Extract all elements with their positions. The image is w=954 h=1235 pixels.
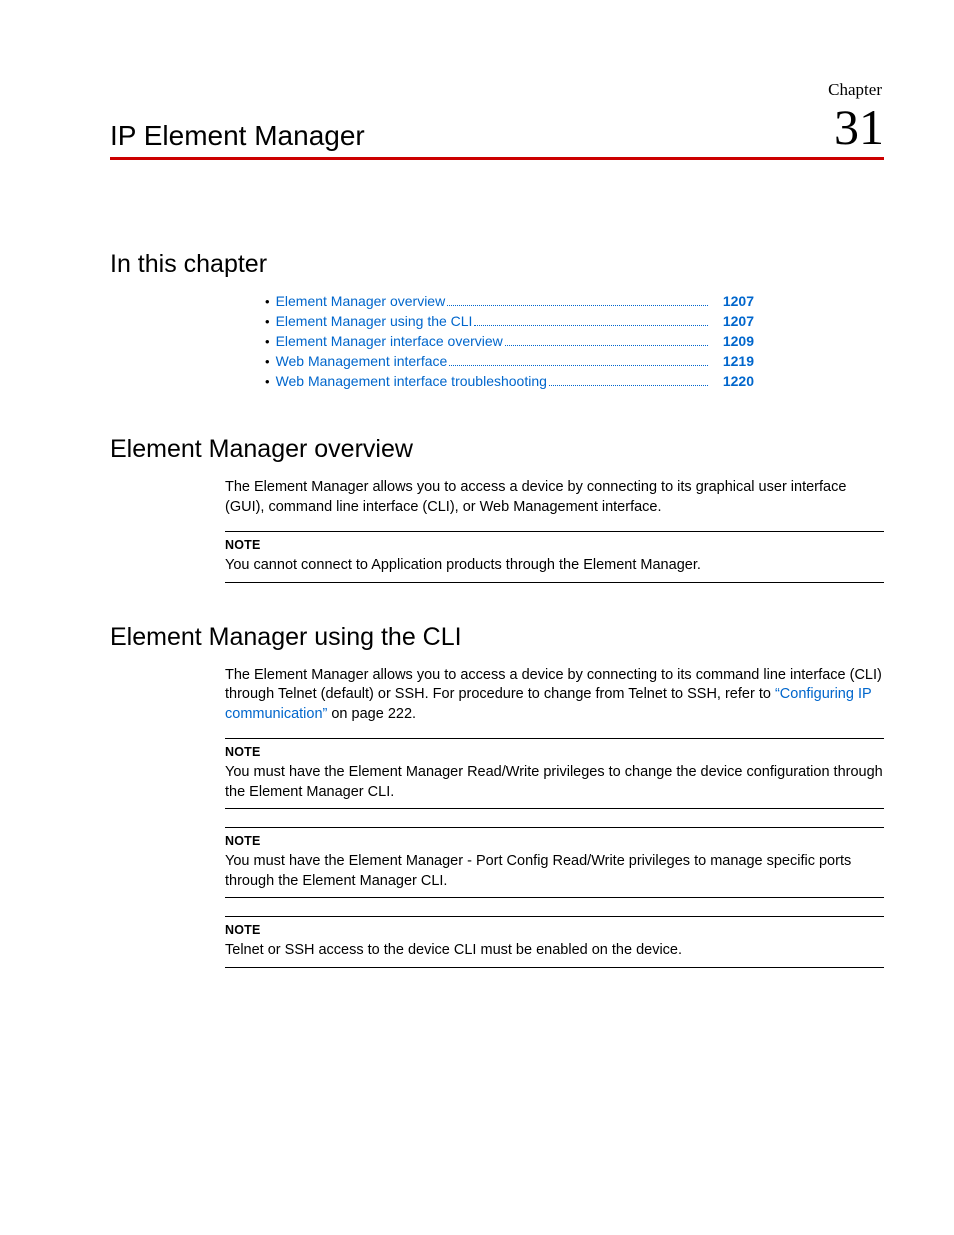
bullet-icon: • [265, 334, 270, 349]
note-label: NOTE [225, 537, 884, 554]
cli-body: The Element Manager allows you to access… [110, 666, 884, 968]
note-text: Telnet or SSH access to the device CLI m… [225, 941, 884, 961]
chapter-number: 31 [834, 102, 884, 152]
toc-item: • Web Management interface troubleshooti… [265, 373, 754, 389]
toc-page[interactable]: 1219 [712, 353, 754, 369]
toc: • Element Manager overview 1207 • Elemen… [110, 293, 884, 389]
note-box: NOTE You cannot connect to Application p… [225, 531, 884, 582]
toc-page[interactable]: 1220 [712, 373, 754, 389]
bullet-icon: • [265, 294, 270, 309]
toc-page[interactable]: 1207 [712, 293, 754, 309]
toc-leader [447, 305, 708, 306]
note-text: You cannot connect to Application produc… [225, 556, 884, 576]
toc-page[interactable]: 1207 [712, 313, 754, 329]
toc-link[interactable]: Web Management interface troubleshooting [276, 373, 547, 389]
cli-paragraph: The Element Manager allows you to access… [225, 666, 884, 725]
overview-body: The Element Manager allows you to access… [110, 478, 884, 583]
note-label: NOTE [225, 744, 884, 761]
page-container: Chapter IP Element Manager 31 In this ch… [0, 0, 954, 1046]
cli-heading: Element Manager using the CLI [110, 623, 884, 652]
bullet-icon: • [265, 374, 270, 389]
toc-item: • Element Manager using the CLI 1207 [265, 313, 754, 329]
toc-item: • Web Management interface 1219 [265, 353, 754, 369]
toc-link[interactable]: Web Management interface [276, 353, 448, 369]
note-box: NOTE You must have the Element Manager R… [225, 738, 884, 809]
toc-link[interactable]: Element Manager using the CLI [276, 313, 473, 329]
overview-heading: Element Manager overview [110, 435, 884, 464]
note-label: NOTE [225, 833, 884, 850]
chapter-title: IP Element Manager [110, 120, 365, 152]
toc-item: • Element Manager overview 1207 [265, 293, 754, 309]
cli-para-suffix: on page 222. [327, 706, 416, 722]
toc-leader [474, 325, 708, 326]
toc-link[interactable]: Element Manager overview [276, 293, 446, 309]
overview-paragraph: The Element Manager allows you to access… [225, 478, 884, 517]
toc-page[interactable]: 1209 [712, 333, 754, 349]
bullet-icon: • [265, 354, 270, 369]
note-box: NOTE Telnet or SSH access to the device … [225, 916, 884, 967]
cli-section: Element Manager using the CLI The Elemen… [110, 623, 884, 968]
toc-leader [549, 385, 708, 386]
toc-leader [449, 365, 708, 366]
title-row: IP Element Manager 31 [110, 102, 884, 160]
toc-leader [505, 345, 708, 346]
toc-link[interactable]: Element Manager interface overview [276, 333, 503, 349]
note-label: NOTE [225, 922, 884, 939]
note-box: NOTE You must have the Element Manager -… [225, 827, 884, 898]
toc-heading: In this chapter [110, 250, 884, 279]
chapter-label: Chapter [110, 80, 884, 100]
bullet-icon: • [265, 314, 270, 329]
toc-item: • Element Manager interface overview 120… [265, 333, 754, 349]
note-text: You must have the Element Manager Read/W… [225, 763, 884, 802]
note-text: You must have the Element Manager - Port… [225, 852, 884, 891]
